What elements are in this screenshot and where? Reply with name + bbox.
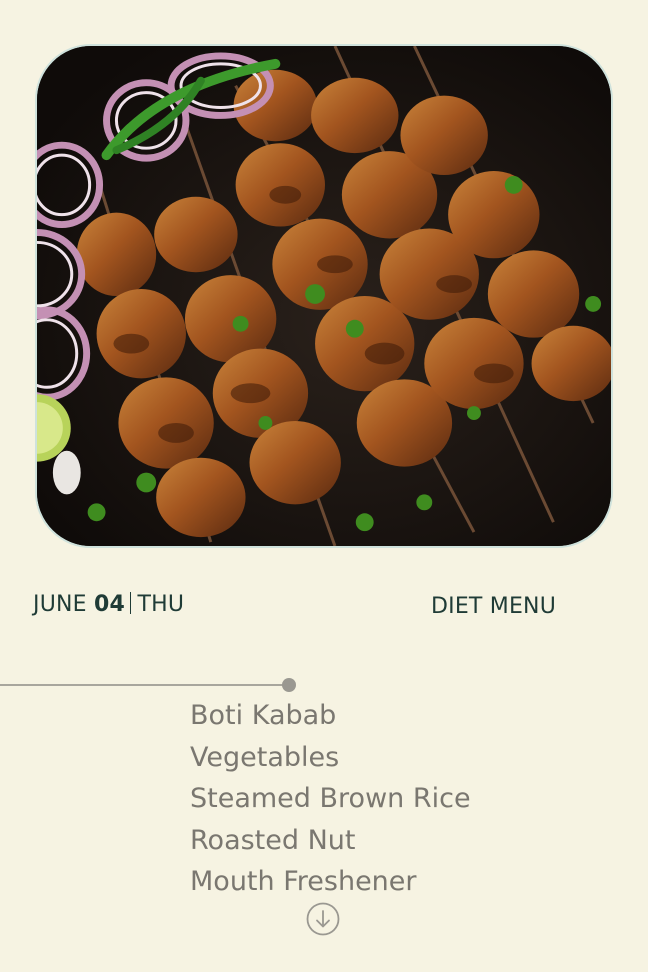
date-separator	[129, 592, 132, 614]
menu-list: Boti Kabab Vegetables Steamed Brown Rice…	[190, 695, 471, 903]
arrow-down-circle-icon[interactable]	[306, 902, 340, 936]
menu-item: Boti Kabab	[190, 700, 337, 731]
timeline-dot	[282, 678, 296, 692]
diet-menu-heading: DIET MENU	[431, 594, 557, 619]
hero-image	[35, 44, 613, 548]
menu-item: Mouth Freshener	[190, 866, 417, 897]
date-display: JUNE 04 THU	[33, 592, 184, 617]
date-day: 04	[93, 592, 125, 617]
date-month: JUNE	[33, 592, 87, 617]
menu-item: Steamed Brown Rice	[190, 783, 471, 814]
date-weekday: THU	[137, 592, 185, 617]
menu-item: Vegetables	[190, 741, 340, 773]
menu-item: Roasted Nut	[190, 824, 356, 856]
timeline-line	[0, 684, 290, 686]
